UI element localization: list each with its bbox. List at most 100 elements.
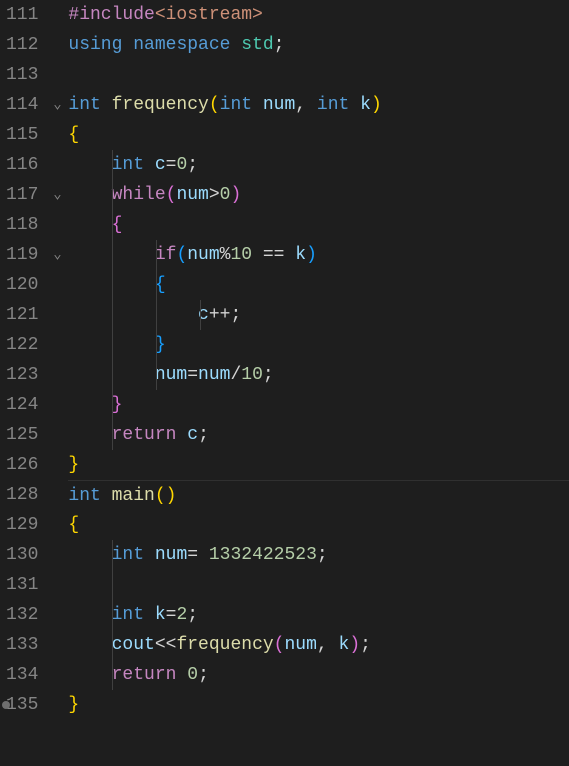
indent-guide (112, 180, 113, 210)
code-editor[interactable]: 1111121131141151161171181191201211221231… (0, 0, 569, 766)
line-number[interactable]: 132 (6, 600, 38, 630)
line-number[interactable]: 134 (6, 660, 38, 690)
line-number[interactable]: 121 (6, 300, 38, 330)
code-line[interactable]: { (68, 270, 569, 300)
fold-toggle (48, 450, 66, 480)
code-line[interactable]: #include<iostream> (68, 0, 569, 30)
code-line[interactable]: { (68, 120, 569, 150)
line-number[interactable]: 133 (6, 630, 38, 660)
code-token: namespace (133, 35, 230, 55)
code-line[interactable]: { (68, 510, 569, 540)
code-token: <iostream> (155, 5, 263, 25)
code-token: int (68, 95, 100, 115)
code-token: cout (112, 635, 155, 655)
code-line[interactable]: int frequency(int num, int k) (68, 90, 569, 120)
line-number[interactable]: 118 (6, 210, 38, 240)
code-line[interactable]: return 0; (68, 660, 569, 690)
code-token (68, 545, 111, 565)
code-area[interactable]: #include<iostream>using namespace std; in… (66, 0, 569, 766)
code-line[interactable]: } (68, 390, 569, 420)
code-token: num (284, 635, 316, 655)
code-token: == (252, 245, 295, 265)
code-token (68, 305, 198, 325)
fold-toggle (48, 60, 66, 90)
line-number[interactable]: 124 (6, 390, 38, 420)
indent-guide (112, 660, 113, 690)
code-token: ( (209, 95, 220, 115)
line-number[interactable]: 119 (6, 240, 38, 270)
code-token: ) (371, 95, 382, 115)
code-line[interactable]: num=num/10; (68, 360, 569, 390)
line-number[interactable]: 123 (6, 360, 38, 390)
code-line[interactable]: cout<<frequency(num, k); (68, 630, 569, 660)
code-line[interactable]: { (68, 210, 569, 240)
code-token: num (263, 95, 295, 115)
line-number[interactable]: 130 (6, 540, 38, 570)
code-token (68, 395, 111, 415)
fold-toggle (48, 480, 66, 510)
code-token: ++ (209, 305, 231, 325)
code-token (144, 545, 155, 565)
code-line[interactable] (68, 570, 569, 600)
fold-toggle[interactable]: ⌄ (48, 90, 66, 120)
code-token: ; (198, 425, 209, 445)
line-number[interactable]: 116 (6, 150, 38, 180)
code-line[interactable]: if(num%10 == k) (68, 240, 569, 270)
chevron-down-icon: ⌄ (53, 240, 61, 270)
breakpoint-indicator[interactable] (2, 701, 10, 709)
line-number[interactable]: 111 (6, 0, 38, 30)
code-token: std (241, 35, 273, 55)
line-number[interactable]: 112 (6, 30, 38, 60)
line-number[interactable]: 122 (6, 330, 38, 360)
code-token: 1332422523 (209, 545, 317, 565)
indent-guide (112, 270, 113, 300)
code-token: int (112, 605, 144, 625)
code-token (349, 95, 360, 115)
code-token: 2 (176, 605, 187, 625)
line-number[interactable]: 129 (6, 510, 38, 540)
code-token (101, 95, 112, 115)
code-token: ; (198, 665, 209, 685)
code-token: c (155, 155, 166, 175)
fold-column[interactable]: ⌄ ⌄ ⌄ (48, 0, 66, 766)
code-line[interactable]: using namespace std; (68, 30, 569, 60)
code-token: k (295, 245, 306, 265)
line-number[interactable]: 117 (6, 180, 38, 210)
code-token: / (230, 365, 241, 385)
line-number[interactable]: 135 (6, 690, 38, 720)
code-line[interactable]: while(num>0) (68, 180, 569, 210)
line-number[interactable]: 113 (6, 60, 38, 90)
code-line[interactable]: return c; (68, 420, 569, 450)
line-number[interactable]: 115 (6, 120, 38, 150)
indent-guide (112, 330, 113, 360)
code-line[interactable]: int c=0; (68, 150, 569, 180)
code-line[interactable]: c++; (68, 300, 569, 330)
line-number[interactable]: 131 (6, 570, 38, 600)
code-line[interactable]: } (68, 690, 569, 720)
code-token: , (317, 635, 328, 655)
line-number[interactable]: 125 (6, 420, 38, 450)
code-line[interactable]: int k=2; (68, 600, 569, 630)
line-number[interactable]: 128 (6, 480, 38, 510)
code-line[interactable]: int main() (68, 480, 569, 510)
chevron-down-icon: ⌄ (53, 180, 61, 210)
code-token: num (155, 545, 187, 565)
code-line[interactable]: } (68, 330, 569, 360)
code-token: ; (230, 305, 241, 325)
line-number[interactable]: 126 (6, 450, 38, 480)
code-token: { (68, 515, 79, 535)
indent-guide (156, 300, 157, 330)
fold-toggle[interactable]: ⌄ (48, 240, 66, 270)
fold-toggle (48, 420, 66, 450)
code-token (68, 215, 111, 235)
fold-toggle (48, 570, 66, 600)
code-line[interactable]: int num= 1332422523; (68, 540, 569, 570)
line-number[interactable]: 120 (6, 270, 38, 300)
code-token (122, 35, 133, 55)
code-line[interactable]: } (68, 450, 569, 480)
code-line[interactable] (68, 60, 569, 90)
fold-toggle[interactable]: ⌄ (48, 180, 66, 210)
line-number[interactable]: 114 (6, 90, 38, 120)
code-token (176, 665, 187, 685)
line-number-gutter[interactable]: 1111121131141151161171181191201211221231… (0, 0, 48, 766)
